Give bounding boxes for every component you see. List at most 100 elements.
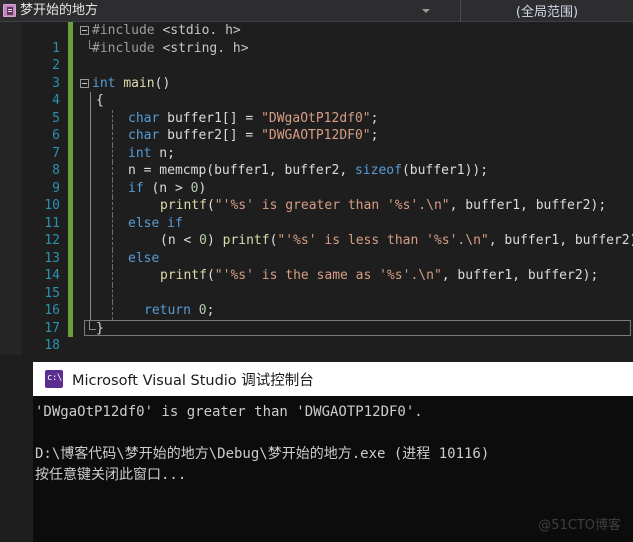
code-line[interactable]: 9 n = memcmp(buffer1, buffer2, sizeof(bu… bbox=[22, 162, 633, 196]
code-line[interactable]: 14 else bbox=[22, 249, 633, 283]
outline-guide bbox=[90, 302, 92, 320]
code-content: { bbox=[96, 92, 104, 110]
outline-guide bbox=[90, 284, 92, 302]
code-content: n = memcmp(buffer1, buffer2, sizeof(buff… bbox=[128, 162, 488, 180]
change-indicator bbox=[68, 74, 73, 92]
project-dropdown[interactable]: 梦开始的地方 bbox=[0, 0, 460, 22]
code-line[interactable]: 2 #include <string. h> bbox=[22, 39, 633, 73]
function-token: main bbox=[123, 75, 155, 91]
statement-highlight-box bbox=[84, 319, 631, 336]
change-indicator bbox=[68, 284, 73, 302]
code-content: else if bbox=[128, 215, 183, 233]
code-line[interactable]: 7 char buffer2[] = "DWGAOTP12DF0"; bbox=[22, 127, 633, 161]
code-line[interactable]: 5 { bbox=[22, 92, 633, 126]
indent-guide bbox=[112, 232, 114, 250]
indent-guide bbox=[112, 284, 114, 302]
preprocessor-token: #include bbox=[92, 40, 155, 56]
indent-guide bbox=[112, 197, 114, 215]
punct-token: () bbox=[154, 75, 171, 91]
code-line[interactable]: 12 else if bbox=[22, 214, 633, 248]
change-indicator bbox=[68, 144, 73, 162]
code-line[interactable]: 17 return 0; bbox=[22, 302, 633, 336]
code-line[interactable]: 4 int main() bbox=[22, 74, 633, 108]
outline-guide bbox=[90, 179, 92, 197]
change-indicator bbox=[68, 302, 73, 320]
line-number: 18 bbox=[44, 338, 60, 353]
function-token: printf bbox=[160, 268, 207, 283]
code-line[interactable]: 3 bbox=[22, 57, 633, 91]
project-item-icon bbox=[3, 4, 16, 17]
outline-guide bbox=[90, 92, 92, 110]
keyword-token: else bbox=[128, 250, 160, 266]
header-token: <string. h> bbox=[162, 40, 249, 56]
indent-guide bbox=[112, 179, 114, 197]
change-indicator bbox=[68, 57, 73, 75]
outline-guide bbox=[90, 267, 92, 285]
indent-guide bbox=[112, 127, 114, 145]
condition-token: (n < bbox=[160, 233, 200, 248]
punct-token: ; bbox=[370, 128, 379, 143]
change-indicator bbox=[68, 197, 73, 215]
string-token: "DWgaOtP12df0" bbox=[261, 110, 371, 126]
fold-toggle-icon[interactable] bbox=[80, 26, 89, 35]
code-line[interactable]: 16 bbox=[22, 284, 633, 318]
change-indicator bbox=[68, 127, 73, 145]
punct-token: ; bbox=[206, 303, 215, 318]
console-output-line: 按任意键关闭此窗口... bbox=[35, 467, 187, 483]
code-content: (n < 0) printf("'%s' is less than '%s'.\… bbox=[160, 232, 633, 250]
outline-guide bbox=[90, 144, 92, 162]
code-content: if (n > 0) bbox=[128, 180, 206, 198]
change-indicator bbox=[68, 267, 73, 285]
scope-label: (全局范围) bbox=[515, 5, 579, 20]
code-content: #include <stdio. h> bbox=[92, 22, 241, 40]
args-token: , buffer1, buffer2); bbox=[441, 268, 599, 283]
debug-console-window[interactable]: Microsoft Visual Studio 调试控制台 'DWgaOtP12… bbox=[33, 362, 633, 542]
outline-guide bbox=[90, 214, 92, 232]
indent-guide bbox=[112, 267, 114, 285]
code-content: char buffer1[] = "DWgaOtP12df0"; bbox=[128, 110, 378, 128]
change-indicator bbox=[68, 39, 73, 57]
declarator-token: buffer2[] = bbox=[167, 128, 262, 143]
code-line[interactable]: 10 if (n > 0) bbox=[22, 179, 633, 213]
scope-dropdown[interactable]: (全局范围) bbox=[461, 0, 633, 22]
indent-guide bbox=[112, 214, 114, 232]
punct-token: ; bbox=[370, 110, 379, 126]
change-indicator bbox=[68, 22, 73, 40]
code-line[interactable]: 11 printf("'%s' is greater than '%s'.\n"… bbox=[22, 197, 633, 231]
code-text-area[interactable]: 1 #include <stdio. h> 2 #include <string… bbox=[22, 22, 633, 355]
code-line[interactable]: 15 printf("'%s' is the same as '%s'.\n",… bbox=[22, 267, 633, 301]
brace-token: } bbox=[96, 320, 104, 336]
indent-guide bbox=[112, 144, 114, 162]
outline-guide bbox=[90, 232, 92, 250]
code-line[interactable]: 18 } bbox=[22, 319, 633, 353]
code-line[interactable]: 1 #include <stdio. h> bbox=[22, 22, 633, 56]
indent-guide bbox=[112, 249, 114, 267]
brace-token: { bbox=[96, 93, 104, 108]
code-line[interactable]: 6 char buffer1[] = "DWgaOtP12df0"; bbox=[22, 109, 633, 143]
string-token: "'%s' is less than '%s'.\n" bbox=[277, 233, 489, 248]
args-token: , buffer1, buffer2); bbox=[449, 198, 607, 213]
chevron-down-icon[interactable] bbox=[422, 0, 430, 22]
code-line[interactable]: 8 int n; bbox=[22, 144, 633, 178]
console-output-line: 'DWgaOtP12df0' is greater than 'DWGAOTP1… bbox=[35, 404, 423, 420]
outline-guide bbox=[90, 109, 92, 127]
change-indicator bbox=[68, 179, 73, 197]
code-content: int n; bbox=[128, 145, 175, 163]
console-title-bar[interactable]: Microsoft Visual Studio 调试控制台 bbox=[33, 362, 633, 396]
string-token: "DWGAOTP12DF0" bbox=[261, 128, 371, 143]
code-editor[interactable]: 1 #include <stdio. h> 2 #include <string… bbox=[0, 22, 633, 355]
console-title-label: Microsoft Visual Studio 调试控制台 bbox=[72, 372, 314, 389]
number-token: 0 bbox=[199, 233, 207, 248]
indent-guide bbox=[112, 302, 114, 320]
change-indicator bbox=[68, 214, 73, 232]
code-content: } bbox=[96, 320, 104, 338]
fold-toggle-icon[interactable] bbox=[80, 78, 89, 88]
code-line[interactable]: 13 (n < 0) printf("'%s' is less than '%s… bbox=[22, 232, 633, 266]
change-indicator bbox=[68, 249, 73, 267]
watermark-label: @51CTO博客 bbox=[538, 518, 621, 533]
preprocessor-token: #include bbox=[92, 23, 155, 38]
change-indicator bbox=[68, 319, 73, 337]
outline-guide bbox=[90, 197, 92, 215]
change-indicator bbox=[68, 232, 73, 250]
